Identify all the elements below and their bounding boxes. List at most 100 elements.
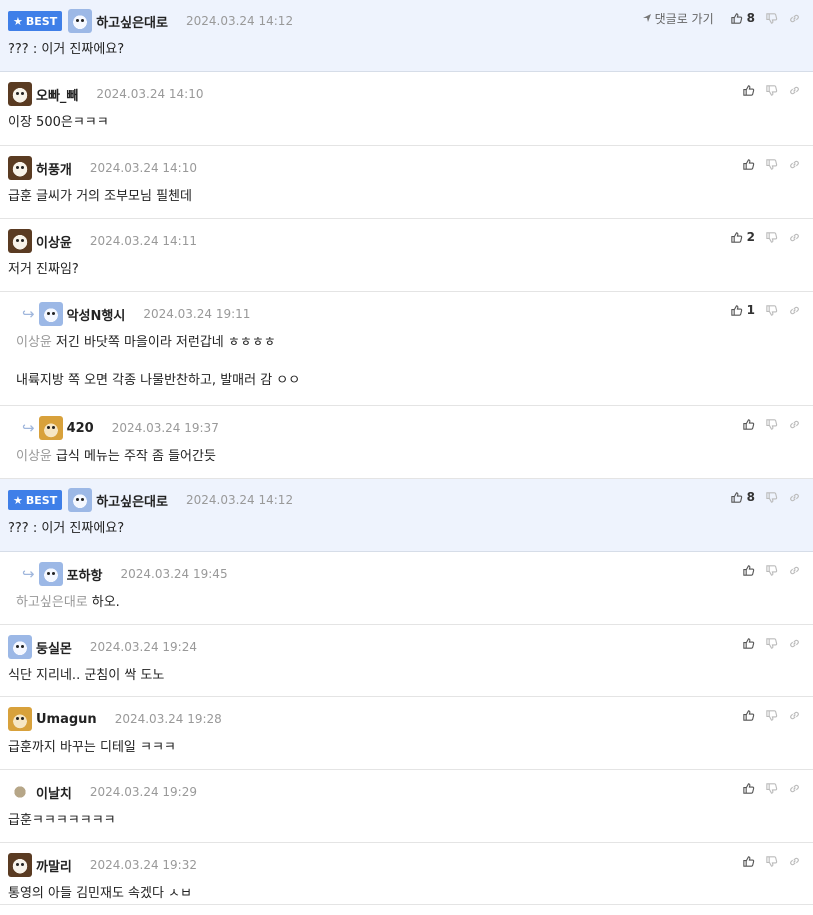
link-icon (790, 420, 799, 428)
avatar[interactable] (38, 416, 63, 440)
avatar[interactable] (8, 635, 32, 659)
thumbs-up-icon (743, 84, 755, 96)
comment-actions (732, 155, 801, 173)
best-label: BEST (25, 493, 58, 507)
comment-line: 식단 지리네.. 군침이 싹 도노 (8, 668, 165, 683)
nickname[interactable]: 오빠_빼 (36, 85, 78, 104)
downvote-button[interactable] (765, 231, 778, 244)
comment-text: 급훈ㅋㅋㅋㅋㅋㅋㅋ (8, 811, 805, 831)
thumbs-up-icon (730, 304, 742, 316)
comment-header: ↪ 포하항 2024.03.24 19:45 (0, 552, 813, 587)
copy-link-button[interactable] (788, 231, 801, 244)
copy-link-button[interactable] (788, 855, 801, 868)
thumbs-down-icon (766, 709, 778, 721)
copy-link-button[interactable] (788, 304, 801, 317)
mention-link[interactable]: 하고싶은대로 (16, 595, 88, 610)
upvote-button[interactable] (742, 564, 755, 577)
nickname[interactable]: 이날치 (36, 783, 72, 802)
upvote-button[interactable]: 1 (730, 303, 755, 317)
thumbs-down-icon (766, 782, 778, 794)
comment-line: 저긴 바닷쪽 마을이라 저런갑네 ㅎㅎㅎㅎ (55, 335, 276, 350)
avatar[interactable] (8, 780, 32, 804)
comment-text: ??? : 이거 진짜에요? (8, 519, 805, 539)
comment-actions (732, 81, 801, 99)
nickname[interactable]: 까말리 (36, 856, 72, 875)
avatar[interactable] (8, 707, 32, 731)
copy-link-button[interactable] (788, 418, 801, 431)
upvote-button[interactable] (742, 709, 755, 722)
copy-link-button[interactable] (788, 158, 801, 171)
upvote-button[interactable] (742, 637, 755, 650)
thumbs-down-icon (766, 637, 778, 649)
comment-line: 급훈까지 바꾸는 디테일 ㅋㅋㅋ (8, 740, 176, 755)
upvote-button[interactable] (742, 158, 755, 171)
link-icon (790, 306, 799, 314)
downvote-button[interactable] (765, 709, 778, 722)
comment-body: 저거 진짜임? (0, 254, 813, 280)
star-icon: ★ (13, 14, 23, 28)
goto-comment-link[interactable]: 댓글로 가기 (642, 10, 714, 27)
avatar[interactable] (8, 156, 32, 180)
nickname[interactable]: 포하항 (67, 565, 103, 584)
downvote-button[interactable] (765, 12, 778, 25)
copy-link-button[interactable] (788, 491, 801, 504)
avatar[interactable] (38, 562, 63, 586)
nickname[interactable]: 악성N행시 (67, 305, 126, 324)
nickname[interactable]: 하고싶은대로 (96, 12, 168, 31)
avatar[interactable] (8, 853, 32, 877)
nickname[interactable]: 420 (67, 421, 94, 436)
upvote-button[interactable] (742, 855, 755, 868)
thumbs-down-icon (766, 491, 778, 503)
downvote-button[interactable] (765, 84, 778, 97)
copy-link-button[interactable] (788, 709, 801, 722)
upvote-button[interactable]: 8 (730, 490, 755, 504)
reply-comment: ↪ 포하항 2024.03.24 19:45 하고싶은대로 하오. (0, 552, 813, 625)
downvote-button[interactable] (765, 855, 778, 868)
upvote-count: 2 (746, 230, 755, 244)
thumbs-down-icon (766, 231, 778, 243)
nickname[interactable]: 허풍개 (36, 159, 72, 178)
upvote-button[interactable]: 2 (730, 230, 755, 244)
comment-text: 이장 500은ㅋㅋㅋ (8, 113, 805, 133)
upvote-button[interactable] (742, 84, 755, 97)
comment-header: Umagun 2024.03.24 19:28 (0, 697, 813, 732)
nickname[interactable]: Umagun (36, 712, 97, 727)
mention-link[interactable]: 이상윤 (16, 449, 52, 464)
avatar[interactable] (68, 488, 93, 512)
avatar[interactable] (8, 229, 32, 253)
nickname[interactable]: 하고싶은대로 (96, 491, 168, 510)
downvote-button[interactable] (765, 637, 778, 650)
downvote-button[interactable] (765, 418, 778, 431)
copy-link-button[interactable] (788, 637, 801, 650)
copy-link-button[interactable] (788, 84, 801, 97)
mention-link[interactable]: 이상윤 (16, 335, 52, 350)
comment-body: 급훈ㅋㅋㅋㅋㅋㅋㅋ (0, 805, 813, 831)
comment-line: 내륙지방 쪽 오면 각종 나물반찬하고, 발매러 감 ㅇㅇ (16, 373, 301, 388)
copy-link-button[interactable] (788, 782, 801, 795)
downvote-button[interactable] (765, 782, 778, 795)
upvote-button[interactable] (742, 418, 755, 431)
nickname[interactable]: 이상윤 (36, 232, 72, 251)
copy-link-button[interactable] (788, 12, 801, 25)
nickname[interactable]: 둥실몬 (36, 638, 72, 657)
thumbs-down-icon (766, 564, 778, 576)
avatar[interactable] (68, 9, 93, 33)
avatar[interactable] (38, 302, 63, 326)
comment-date: 2024.03.24 14:12 (185, 493, 294, 507)
downvote-button[interactable] (765, 564, 778, 577)
avatar[interactable] (8, 82, 32, 106)
reply-comment: ↪ 악성N행시 2024.03.24 19:11 1 이상윤 저긴 바닷쪽 마을이라 저런… (0, 292, 813, 406)
link-icon (790, 711, 799, 719)
downvote-button[interactable] (765, 304, 778, 317)
thumbs-down-icon (766, 855, 778, 867)
copy-link-button[interactable] (788, 564, 801, 577)
upvote-button[interactable]: 8 (730, 11, 755, 25)
upvote-button[interactable] (742, 782, 755, 795)
downvote-button[interactable] (765, 491, 778, 504)
comment-date: 2024.03.24 19:28 (114, 712, 222, 726)
comment: 까말리 2024.03.24 19:32 통영의 아들 김민재도 속겠다 ㅅㅂ (0, 843, 813, 905)
comment-date: 2024.03.24 14:11 (89, 234, 197, 248)
comment-date: 2024.03.24 19:37 (111, 421, 219, 435)
reply-arrow-icon: ↪ (22, 565, 35, 583)
downvote-button[interactable] (765, 158, 778, 171)
